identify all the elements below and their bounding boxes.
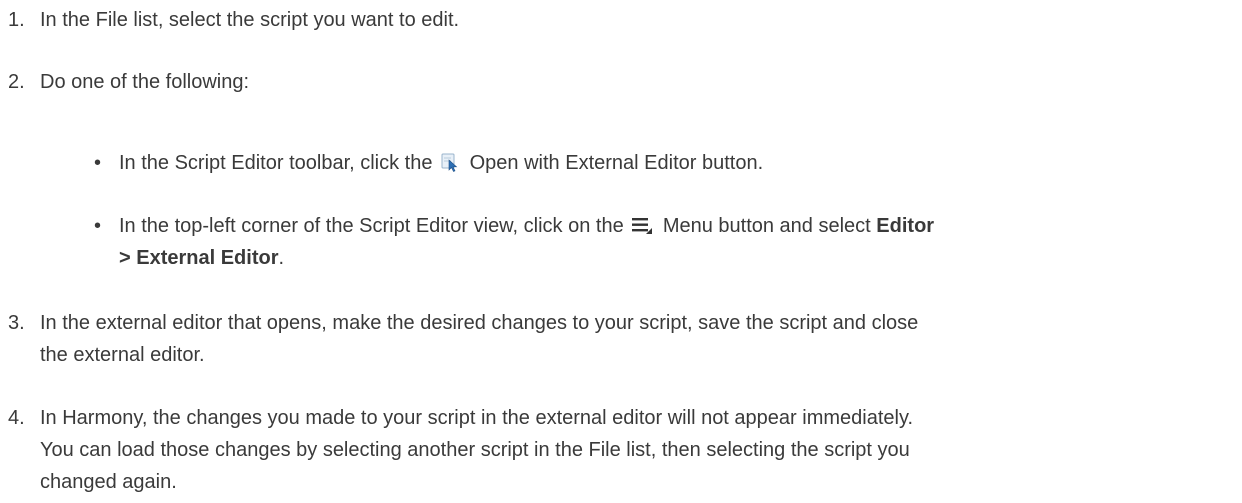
step-number: 1. bbox=[8, 9, 25, 31]
external-editor-icon bbox=[440, 150, 460, 172]
bullet-text-before: In the top-left corner of the Script Edi… bbox=[119, 215, 624, 237]
step-text-line-1: In Harmony, the changes you made to your… bbox=[40, 407, 914, 429]
bullet-text: In the Script Editor toolbar, click the … bbox=[119, 147, 1229, 179]
step-text: In the File list, select the script you … bbox=[40, 9, 460, 31]
step-text-line-2: You can load those changes by selecting … bbox=[40, 439, 910, 461]
step-text: Do one of the following: bbox=[40, 71, 250, 93]
bullet-text-cont: > External Editor. bbox=[119, 242, 1229, 274]
step-number: 4. bbox=[8, 407, 25, 429]
step-number: 2. bbox=[8, 71, 25, 93]
menu-path-editor: Editor bbox=[876, 215, 935, 237]
bullet-text-after: Open with External Editor button. bbox=[469, 152, 764, 174]
step-text-line-1: In the external editor that opens, make … bbox=[40, 312, 919, 334]
bullet-marker: • bbox=[94, 152, 102, 174]
bullet-marker: • bbox=[94, 215, 102, 237]
bullet-text-after: Menu button and select bbox=[662, 215, 871, 237]
menu-path-external-editor: > External Editor bbox=[119, 247, 279, 269]
step-text-line-2: the external editor. bbox=[40, 344, 205, 366]
step-text-line-3: changed again. bbox=[40, 471, 177, 493]
bullet-text-end: . bbox=[278, 247, 285, 269]
step-number: 3. bbox=[8, 312, 25, 334]
instruction-steps: 1. In the File list, select the script y… bbox=[0, 0, 1242, 503]
menu-icon bbox=[631, 213, 653, 234]
bullet-text-before: In the Script Editor toolbar, click the bbox=[119, 152, 433, 174]
bullet-text: In the top-left corner of the Script Edi… bbox=[119, 210, 1229, 242]
